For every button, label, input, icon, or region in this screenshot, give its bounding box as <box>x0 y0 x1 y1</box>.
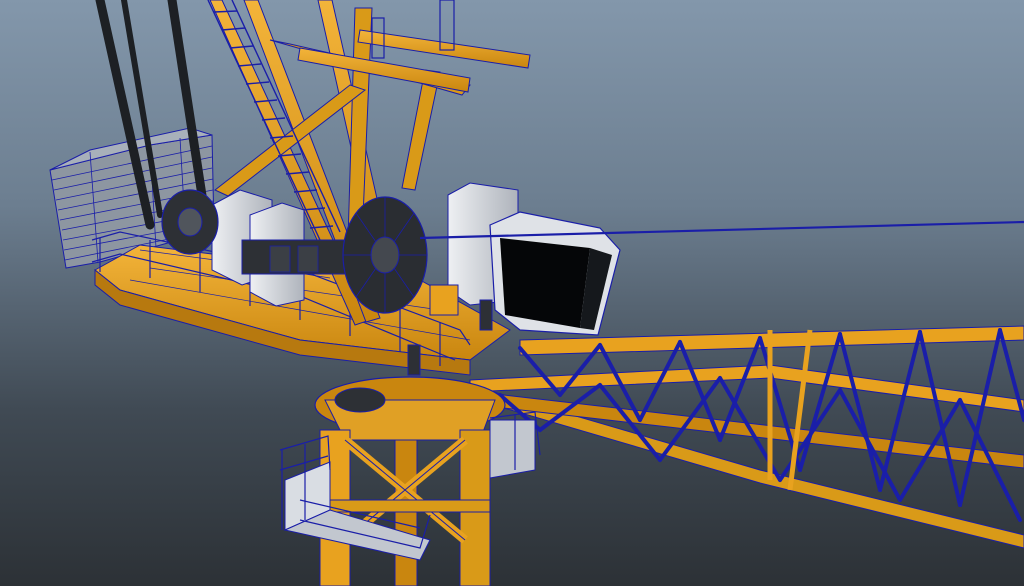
hoist-drum <box>342 196 428 314</box>
operator-cab <box>489 211 621 336</box>
winch-drum-left <box>161 189 219 255</box>
jib-lattice <box>459 325 1024 549</box>
hoist-motor <box>241 239 353 275</box>
3d-viewport[interactable] <box>0 0 1024 586</box>
tower-mast <box>319 429 491 586</box>
crane-scene <box>49 0 1024 586</box>
